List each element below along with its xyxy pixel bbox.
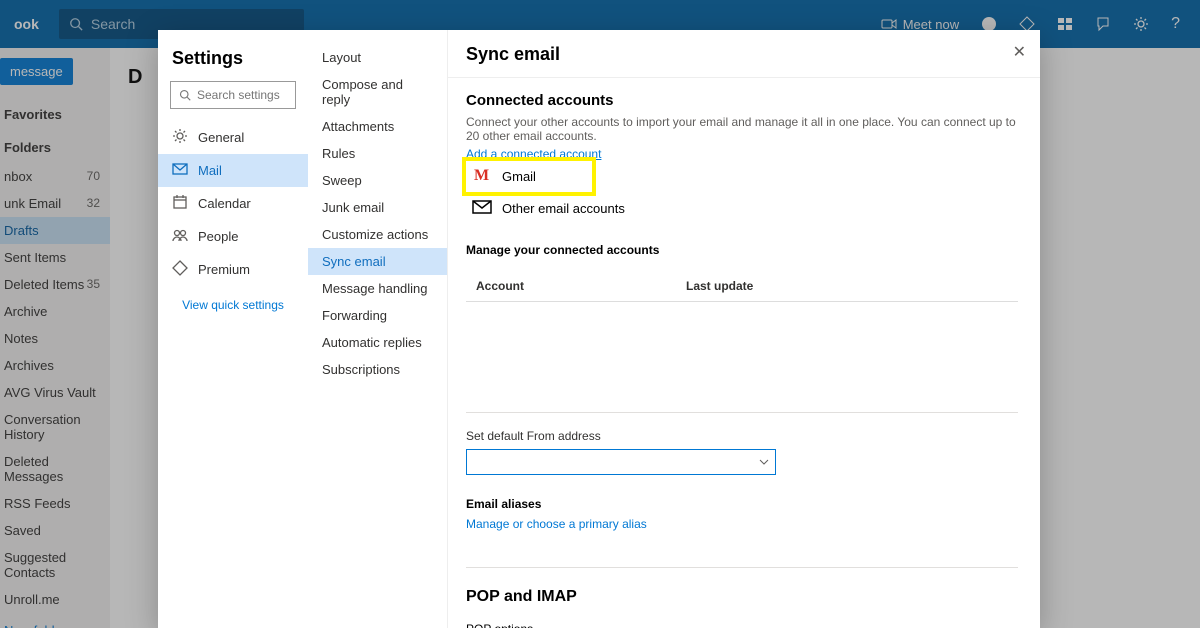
other-account-option[interactable]: Other email accounts [466,192,1018,225]
gear-icon [172,128,188,147]
default-from-select[interactable] [466,449,776,475]
settings-modal: Settings Search settings General Mail Cale… [158,30,1040,628]
category-item[interactable]: Calendar [158,187,308,220]
col-last-update: Last update [686,279,753,293]
category-label: Calendar [198,196,251,211]
accounts-table-header: Account Last update [466,271,1018,302]
pop-imap-heading: POP and IMAP [466,567,1018,606]
settings-search[interactable]: Search settings [170,81,296,109]
calendar-icon [172,194,188,213]
category-item[interactable]: General [158,121,308,154]
settings-pane: ✕ Sync email Connected accounts Connect … [448,30,1040,628]
subnav-item[interactable]: Layout [308,44,447,71]
category-item[interactable]: Mail [158,154,308,187]
category-label: People [198,229,238,244]
category-label: Premium [198,262,250,277]
subnav-item[interactable]: Junk email [308,194,447,221]
chevron-down-icon [759,457,769,467]
subnav-item[interactable]: Message handling [308,275,447,302]
diamond-icon [172,260,188,279]
subnav-item[interactable]: Subscriptions [308,356,447,383]
category-item[interactable]: People [158,220,308,253]
pop-options-heading: POP options [466,622,1018,628]
email-aliases-heading: Email aliases [466,497,1018,511]
category-label: Mail [198,163,222,178]
gmail-label: Gmail [502,169,536,184]
manage-alias-link[interactable]: Manage or choose a primary alias [466,517,1018,531]
settings-title: Settings [158,42,308,77]
manage-accounts-heading: Manage your connected accounts [466,243,1018,257]
subnav-item[interactable]: Sweep [308,167,447,194]
other-account-label: Other email accounts [502,201,625,216]
subnav-item[interactable]: Sync email [308,248,447,275]
subnav-item[interactable]: Automatic replies [308,329,447,356]
subnav-item[interactable]: Forwarding [308,302,447,329]
connected-accounts-desc: Connect your other accounts to import yo… [466,115,1018,143]
envelope-icon [472,200,492,217]
subnav-item[interactable]: Customize actions [308,221,447,248]
mail-icon [172,161,188,180]
category-label: General [198,130,244,145]
add-account-link[interactable]: Add a connected account [466,147,1018,161]
close-icon[interactable]: ✕ [1013,42,1026,62]
col-account: Account [466,279,686,293]
pane-title: Sync email [448,30,1040,77]
gmail-icon [472,170,492,184]
subnav-item[interactable]: Rules [308,140,447,167]
subnav-item[interactable]: Compose and reply [308,71,447,113]
people-icon [172,227,188,246]
settings-categories: Settings Search settings General Mail Cale… [158,30,308,628]
settings-search-placeholder: Search settings [197,88,280,102]
subnav-item[interactable]: Attachments [308,113,447,140]
default-from-label: Set default From address [466,429,1018,443]
quick-settings-link[interactable]: View quick settings [158,298,308,312]
category-item[interactable]: Premium [158,253,308,286]
connected-accounts-heading: Connected accounts [466,92,1018,109]
search-icon [179,89,191,101]
settings-subnav: LayoutCompose and replyAttachmentsRulesS… [308,30,448,628]
gmail-option[interactable]: Gmail [466,161,592,192]
